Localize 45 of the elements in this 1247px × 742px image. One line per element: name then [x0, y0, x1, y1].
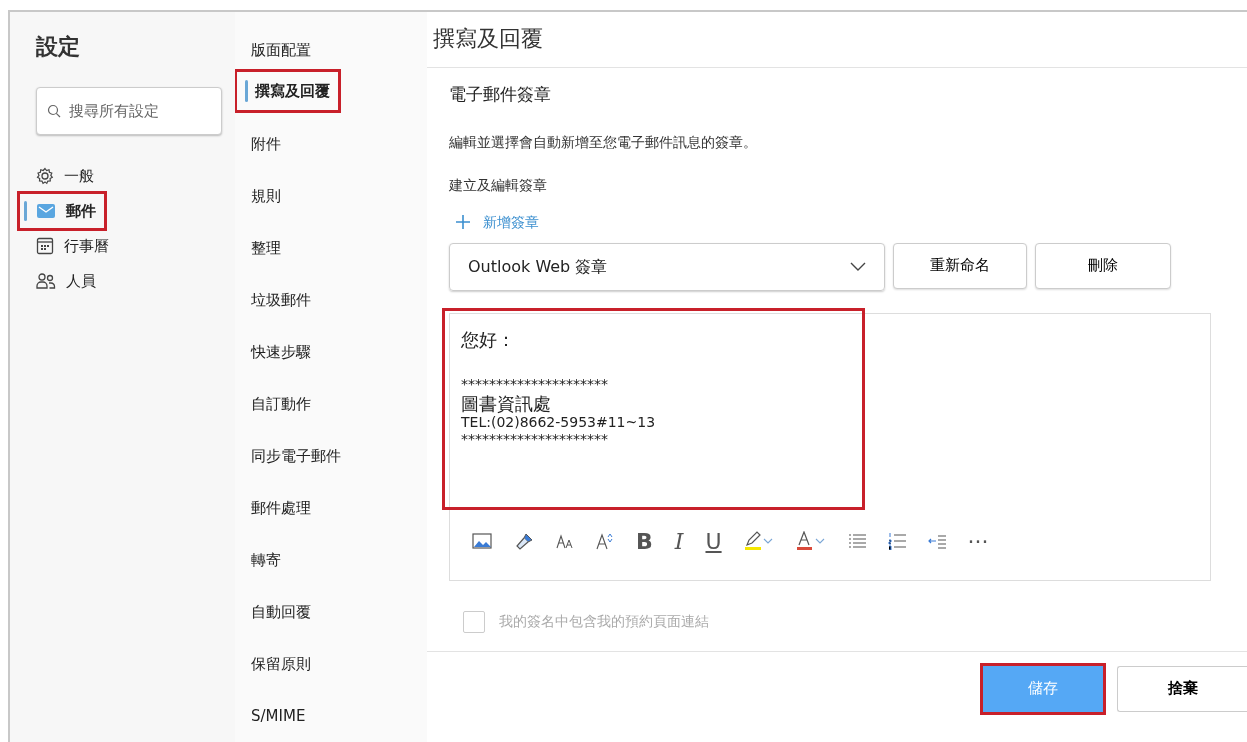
subnav-item[interactable]: 規則	[245, 170, 281, 222]
numbered-list-icon[interactable]	[887, 532, 906, 550]
bold-button[interactable]: B	[636, 524, 653, 558]
calendar-icon	[36, 237, 54, 255]
search-field[interactable]: 搜尋所有設定	[36, 87, 222, 135]
font-size-icon[interactable]	[556, 532, 574, 550]
nav-item[interactable]: 人員	[20, 264, 104, 298]
add-signature-button[interactable]: 新增簽章	[449, 207, 545, 237]
settings-title: 設定	[36, 33, 81, 61]
nav-item[interactable]: 一般	[20, 159, 102, 193]
subnav-item[interactable]: 快速步驟	[245, 326, 311, 378]
description-text: 編輯並選擇會自動新增至您電子郵件訊息的簽章。	[449, 133, 757, 150]
gear-icon	[36, 167, 54, 185]
subnav-item[interactable]: 保留原則	[245, 638, 311, 690]
nav-item[interactable]: 行事曆	[20, 229, 117, 263]
subnav-item[interactable]: 自訂動作	[245, 378, 311, 430]
checkbox-label: 我的簽名中包含我的預約頁面連結	[499, 612, 709, 631]
subnav-item[interactable]: S/MIME	[245, 690, 306, 742]
subnav-item[interactable]: 自動回覆	[245, 586, 311, 638]
image-icon[interactable]	[472, 532, 492, 550]
signature-dropdown[interactable]: Outlook Web 簽章	[449, 242, 885, 291]
section-title: 電子郵件簽章	[449, 83, 552, 106]
italic-button[interactable]: I	[674, 524, 684, 558]
subnav-item[interactable]: 附件	[245, 118, 281, 170]
subnav-item[interactable]: 同步電子郵件	[245, 430, 341, 482]
people-icon	[36, 272, 56, 290]
rename-button[interactable]: 重新命名	[893, 242, 1027, 289]
subnav-item[interactable]: 整理	[245, 222, 281, 274]
subnav-item[interactable]: 轉寄	[245, 534, 281, 586]
font-color-icon[interactable]	[795, 531, 826, 551]
subnav-item[interactable]: 垃圾郵件	[245, 274, 311, 326]
subnav-item[interactable]: 郵件處理	[245, 482, 311, 534]
page-title: 撰寫及回覆	[427, 12, 1247, 68]
more-button[interactable]: ···	[967, 524, 989, 558]
chevron-down-icon	[850, 261, 866, 272]
nav-item[interactable]: 郵件	[20, 194, 104, 228]
discard-button[interactable]: 捨棄	[1117, 665, 1247, 712]
create-label: 建立及編輯簽章	[449, 176, 547, 193]
paintbrush-icon[interactable]	[514, 532, 534, 550]
font-grow-icon[interactable]	[596, 532, 614, 550]
plus-icon	[455, 214, 471, 230]
delete-button[interactable]: 刪除	[1035, 242, 1171, 289]
underline-button[interactable]: U	[705, 524, 722, 558]
highlighter-icon[interactable]	[743, 531, 774, 551]
mail-icon	[36, 203, 56, 219]
